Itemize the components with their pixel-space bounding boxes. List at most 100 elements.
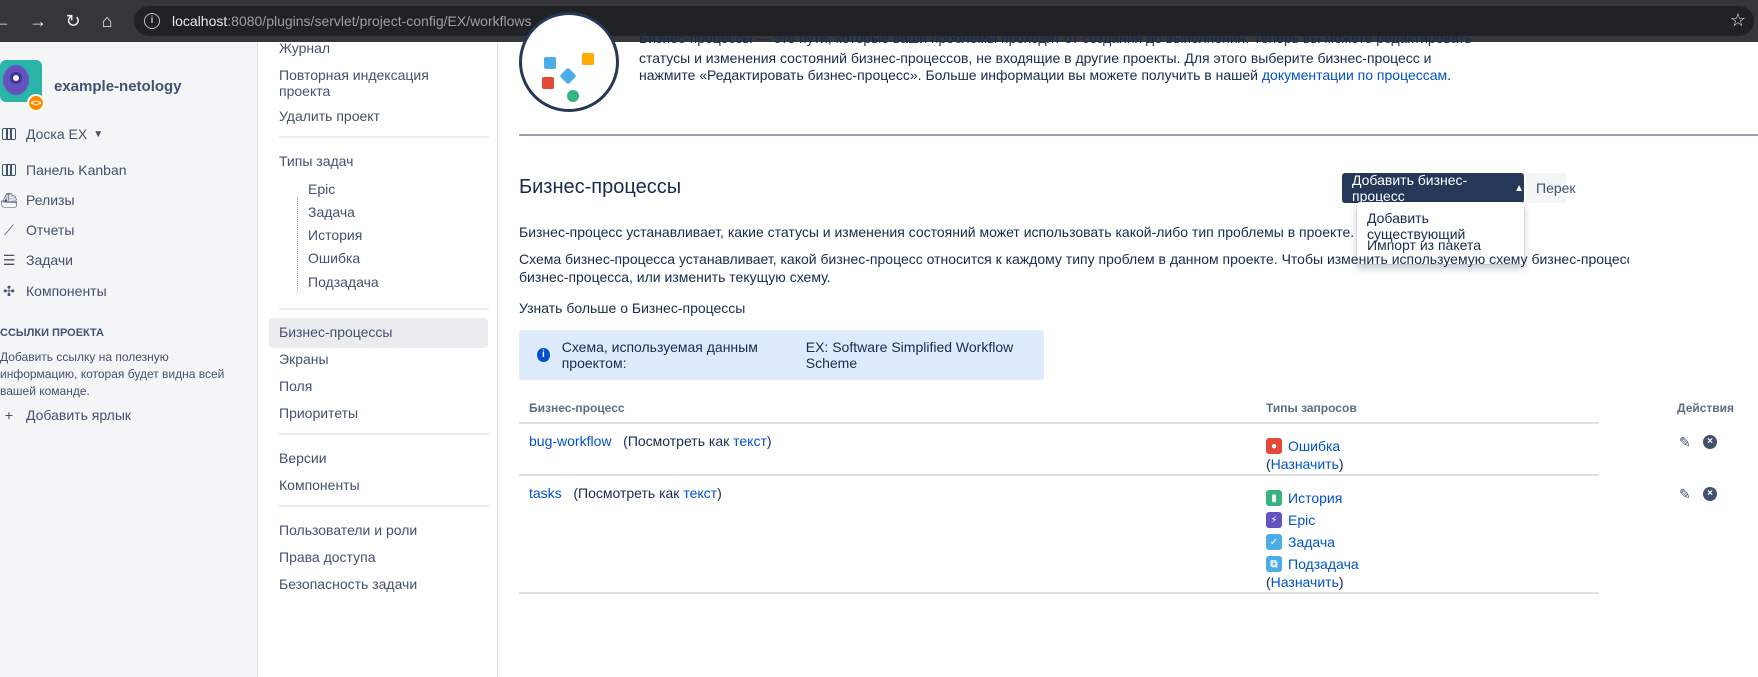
project-sidebar: <> example-netology Доска EX ▼ Панель Ka… [0, 42, 258, 677]
issue-type-link[interactable]: Подзадача [1288, 556, 1359, 572]
board-icon [0, 126, 18, 142]
nav-screens[interactable]: Экраны [279, 351, 329, 367]
intro-line-1: Бизнес-процессы — это пути, которые ваши… [639, 30, 1472, 46]
assign-suffix: ) [1338, 574, 1344, 590]
nav-type-subtask[interactable]: Подзадача [308, 274, 379, 290]
project-name[interactable]: example-netology [54, 78, 182, 95]
info-icon: i [537, 348, 550, 362]
assign-suffix: ) [1338, 456, 1344, 472]
issue-type-bug: ● Ошибка [1266, 438, 1340, 454]
nav-issue-security[interactable]: Безопасность задачи [279, 576, 417, 592]
nav-reindex[interactable]: Повторная индексация проекта [279, 67, 459, 99]
table-header-line [519, 422, 1599, 424]
sidebar-item-label: Отчеты [26, 222, 75, 238]
sidebar-item-components[interactable]: ✣ Компоненты [0, 279, 107, 303]
assign-link[interactable]: Назначить [1271, 456, 1339, 472]
chevron-down-icon: ▼ [93, 128, 104, 140]
url-text[interactable]: localhost:8080/plugins/servlet/project-c… [172, 13, 532, 29]
nav-permissions[interactable]: Права доступа [279, 549, 375, 565]
col-header-workflow: Бизнес-процесс [529, 401, 625, 415]
nav-divider [279, 136, 489, 138]
issue-type-link[interactable]: Задача [1288, 534, 1335, 550]
sidebar-item-kanban[interactable]: Панель Kanban [0, 158, 127, 182]
bug-icon: ● [1266, 438, 1282, 454]
learn-more-link[interactable]: Узнать больше о Бизнес-процессы [519, 298, 745, 318]
table-row-workflow-name: bug-workflow (Посмотреть как текст) [529, 433, 772, 449]
edit-pencil-icon[interactable]: ✎ [1679, 486, 1691, 503]
switch-scheme-button[interactable]: Перек [1526, 173, 1576, 203]
assign-row: (Назначить) [1266, 456, 1344, 472]
scheme-description-line2: бизнес-процесса, или изменить текущую сх… [519, 269, 831, 285]
project-settings-nav: Журнал Повторная индексация проекта Удал… [258, 40, 498, 677]
bookmark-star-icon[interactable]: ☆ [1730, 10, 1746, 31]
nav-fields[interactable]: Поля [279, 378, 312, 394]
issue-type-link[interactable]: Epic [1288, 512, 1315, 528]
sidebar-item-issues[interactable]: ☰ Задачи [0, 248, 73, 272]
assign-link[interactable]: Назначить [1271, 574, 1339, 590]
chevron-up-icon: ▲ [1514, 182, 1524, 194]
nav-type-story[interactable]: История [308, 227, 362, 243]
plus-icon: + [4, 407, 14, 423]
site-info-icon[interactable]: i [144, 13, 160, 29]
back-icon[interactable]: ← [0, 9, 14, 33]
nav-audit-log[interactable]: Журнал [279, 40, 330, 56]
sidebar-item-label: Релизы [26, 192, 75, 208]
delete-x-icon[interactable]: × [1703, 435, 1717, 449]
assign-row: (Назначить) [1266, 574, 1344, 590]
sidebar-item-reports[interactable]: ⟋ Отчеты [0, 218, 74, 242]
home-icon[interactable]: ⌂ [95, 9, 119, 33]
nav-type-epic[interactable]: Epic [308, 181, 335, 197]
intro-text: нажмите «Редактировать бизнес-процесс». … [639, 67, 1258, 83]
table-row-divider [519, 592, 1599, 594]
workflow-link-tasks[interactable]: tasks [529, 485, 562, 501]
avatar-eye [10, 72, 22, 84]
view-as-text-link[interactable]: текст [733, 433, 767, 449]
reload-icon[interactable]: ↻ [61, 9, 85, 33]
illus-node [559, 67, 577, 85]
main-content: Бизнес-процессы — это пути, которые ваши… [498, 12, 1758, 677]
issue-type-link[interactable]: Ошибка [1288, 438, 1340, 454]
nav-type-bug[interactable]: Ошибка [308, 250, 360, 266]
sidebar-item-label: Задачи [26, 252, 74, 268]
nav-divider [279, 505, 489, 507]
nav-type-task[interactable]: Задача [308, 204, 355, 220]
col-header-actions: Действия [1677, 401, 1735, 415]
software-project-badge-icon: <> [27, 94, 45, 112]
edit-pencil-icon[interactable]: ✎ [1679, 434, 1691, 451]
add-shortcut-link[interactable]: + Добавить ярлык [0, 403, 131, 427]
view-as-text-link[interactable]: текст [683, 485, 717, 501]
nav-issue-types[interactable]: Типы задач [279, 153, 353, 169]
nav-delete-project[interactable]: Удалить проект [279, 108, 380, 124]
scheme-info-box: i Схема, используемая данным проектом: E… [519, 330, 1044, 380]
issue-type-subtask: ⧉ Подзадача [1266, 556, 1359, 572]
url-path: :8080/plugins/servlet/project-config/EX/… [227, 13, 532, 29]
add-shortcut-label: Добавить ярлык [26, 407, 132, 423]
delete-x-icon[interactable]: × [1703, 487, 1717, 501]
board-selector[interactable]: Доска EX ▼ [0, 122, 103, 146]
nav-versions[interactable]: Версии [279, 450, 327, 466]
illus-node [582, 53, 594, 65]
subtask-icon: ⧉ [1266, 556, 1282, 572]
add-workflow-button[interactable]: Добавить бизнес-процесс ▲ [1342, 172, 1524, 204]
forward-icon[interactable]: → [26, 9, 50, 33]
project-links-heading: ССЫЛКИ ПРОЕКТА [0, 327, 105, 339]
nav-workflows[interactable]: Бизнес-процессы [279, 324, 392, 340]
workflow-link-bug-workflow[interactable]: bug-workflow [529, 433, 611, 449]
reports-chart-icon: ⟋ [4, 221, 14, 238]
kanban-board-icon [0, 162, 18, 178]
illus-node [544, 57, 556, 69]
section-divider [519, 134, 1758, 136]
nav-users-roles[interactable]: Пользователи и роли [279, 522, 417, 538]
scheme-name: EX: Software Simplified Workflow Scheme [805, 339, 1014, 371]
col-header-issue-types: Типы запросов [1266, 401, 1357, 415]
board-label: Доска EX [26, 126, 88, 142]
issue-type-link[interactable]: История [1288, 490, 1342, 506]
nav-components[interactable]: Компоненты [279, 477, 360, 493]
puzzle-icon: ✣ [3, 282, 15, 299]
project-links-note: Добавить ссылку на полезную информацию, … [0, 350, 225, 398]
issue-type-task: ✓ Задача [1266, 534, 1335, 550]
nav-priorities[interactable]: Приоритеты [279, 405, 358, 421]
url-host: localhost [172, 13, 228, 29]
sidebar-item-releases[interactable]: ⛴ Релизы [0, 188, 75, 212]
workflow-docs-link[interactable]: документации по процессам [1262, 67, 1447, 83]
